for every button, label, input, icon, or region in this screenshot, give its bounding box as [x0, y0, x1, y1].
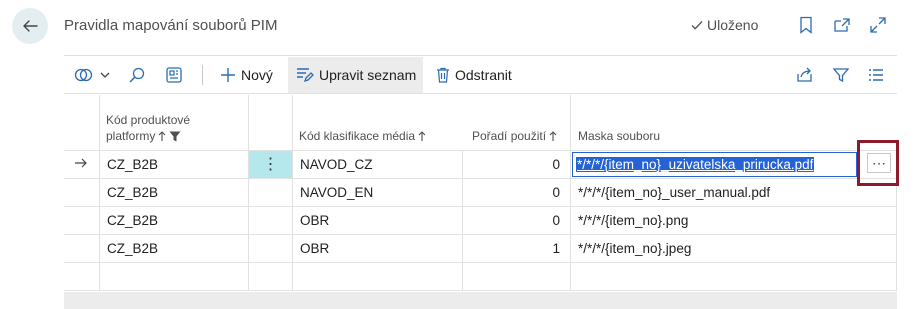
filter-applied-icon: [169, 131, 181, 141]
new-button[interactable]: Nový: [220, 57, 273, 93]
sort-ascending-icon: [549, 130, 557, 141]
row-actions-cell[interactable]: [249, 263, 293, 291]
cell-media[interactable]: NAVOD_EN: [293, 179, 463, 207]
arrow-left-icon: [23, 20, 38, 32]
layout-icon: [166, 67, 182, 83]
row-indicator: [64, 151, 100, 179]
mask-input-value: */*/*/{item_no}_uzivatelska_prirucka.pdf: [576, 157, 815, 172]
column-header-order[interactable]: Pořadí použití: [472, 128, 557, 144]
search-icon: [129, 67, 145, 83]
row-actions-cell[interactable]: [249, 207, 293, 235]
cell-media[interactable]: OBR: [293, 235, 463, 263]
edit-list-button-label: Upravit seznam: [319, 67, 417, 83]
list-view-icon: [869, 69, 883, 81]
trash-icon: [437, 67, 449, 83]
saved-status-label: Uloženo: [707, 17, 759, 33]
layout-button[interactable]: [165, 57, 183, 93]
cell-order[interactable]: 1: [463, 235, 571, 263]
cell-mask[interactable]: */*/*/{item_no}.png: [571, 207, 897, 235]
row-indicator: [64, 207, 100, 235]
row-actions-cell[interactable]: [249, 235, 293, 263]
column-header-mask[interactable]: Maska souboru: [578, 128, 660, 144]
table-row[interactable]: CZ_B2B NAVOD_EN 0 */*/*/{item_no}_user_m…: [64, 179, 897, 207]
sort-ascending-icon: [158, 130, 166, 141]
new-row[interactable]: [64, 263, 897, 291]
new-button-label: Nový: [241, 67, 273, 83]
row-indicator: [64, 179, 100, 207]
list-view-button[interactable]: [868, 57, 884, 93]
toolbar-divider: [202, 65, 203, 85]
cell-media[interactable]: NAVOD_CZ: [293, 151, 463, 179]
sort-ascending-icon: [418, 130, 426, 141]
table-row[interactable]: CZ_B2B OBR 1 */*/*/{item_no}.jpeg: [64, 235, 897, 263]
cell-order[interactable]: 0: [463, 179, 571, 207]
cell-mask[interactable]: */*/*/{item_no}.jpeg: [571, 235, 897, 263]
cell-mask[interactable]: [571, 263, 897, 291]
more-horizontal-icon: ⋯: [872, 154, 886, 171]
bookmark-icon: [800, 16, 812, 34]
arrow-right-icon: [75, 158, 87, 168]
edit-list-icon: [297, 68, 314, 83]
open-new-window-button[interactable]: [831, 14, 853, 36]
row-actions-cell[interactable]: [249, 179, 293, 207]
cell-order[interactable]: 0: [463, 151, 571, 179]
open-in-new-window-icon: [834, 18, 850, 32]
expand-icon: [870, 17, 886, 33]
expand-button[interactable]: [867, 14, 889, 36]
action-bar: Nový Upravit seznam Odstranit: [64, 57, 897, 93]
flow-icon: [74, 68, 93, 82]
filter-icon: [833, 68, 849, 83]
cell-platform[interactable]: CZ_B2B: [100, 235, 249, 263]
cell-media[interactable]: [293, 263, 463, 291]
back-button[interactable]: [12, 8, 48, 44]
bookmark-button[interactable]: [795, 14, 817, 36]
table-row[interactable]: CZ_B2B OBR 0 */*/*/{item_no}.png: [64, 207, 897, 235]
more-vertical-icon: ⋮: [262, 156, 279, 173]
delete-button[interactable]: Odstranit: [436, 57, 512, 93]
column-divider: [292, 95, 293, 151]
column-header-order-label: Pořadí použití: [472, 129, 547, 143]
column-header-platform-line2: platformy: [106, 129, 156, 143]
column-header-platform-line1: Kód produktové: [106, 113, 191, 127]
cell-order[interactable]: [463, 263, 571, 291]
column-header-platform[interactable]: Kód produktové platformy: [106, 112, 190, 144]
mask-input[interactable]: */*/*/{item_no}_uzivatelska_prirucka.pdf: [572, 152, 857, 177]
column-divider: [99, 95, 100, 151]
cell-platform[interactable]: CZ_B2B: [100, 207, 249, 235]
edit-list-button[interactable]: Upravit seznam: [288, 57, 423, 93]
cell-platform[interactable]: CZ_B2B: [100, 179, 249, 207]
header-divider: [64, 55, 897, 56]
column-header-media[interactable]: Kód klasifikace média: [299, 128, 426, 144]
lookup-button[interactable]: ⋯: [867, 153, 891, 173]
chevron-down-icon: [100, 72, 110, 78]
cell-mask-editing[interactable]: */*/*/{item_no}_uzivatelska_prirucka.pdf: [571, 151, 897, 179]
cell-media[interactable]: OBR: [293, 207, 463, 235]
row-indicator: [64, 235, 100, 263]
search-button[interactable]: [128, 57, 146, 93]
column-divider: [570, 95, 571, 151]
row-actions-button[interactable]: ⋮: [249, 151, 293, 179]
grid-footer: [64, 292, 897, 309]
plus-icon: [221, 68, 235, 82]
table-row[interactable]: CZ_B2B ⋮ NAVOD_CZ 0 */*/*/{item_no}_uziv…: [64, 151, 897, 179]
flow-menu-button[interactable]: [74, 57, 111, 93]
column-divider: [248, 95, 249, 151]
cell-platform[interactable]: CZ_B2B: [100, 151, 249, 179]
share-button[interactable]: [796, 57, 814, 93]
page-title: Pravidla mapování souborů PIM: [64, 17, 278, 34]
delete-button-label: Odstranit: [455, 67, 512, 83]
cell-mask[interactable]: */*/*/{item_no}_user_manual.pdf: [571, 179, 897, 207]
filter-button[interactable]: [833, 57, 849, 93]
share-icon: [797, 67, 812, 82]
row-indicator: [64, 263, 100, 291]
toolbar-divider-line: [64, 93, 897, 94]
saved-status: Uloženo: [690, 17, 758, 33]
cell-order[interactable]: 0: [463, 207, 571, 235]
checkmark-icon: [691, 21, 703, 30]
column-header-media-label: Kód klasifikace média: [299, 129, 416, 143]
cell-platform[interactable]: [100, 263, 249, 291]
